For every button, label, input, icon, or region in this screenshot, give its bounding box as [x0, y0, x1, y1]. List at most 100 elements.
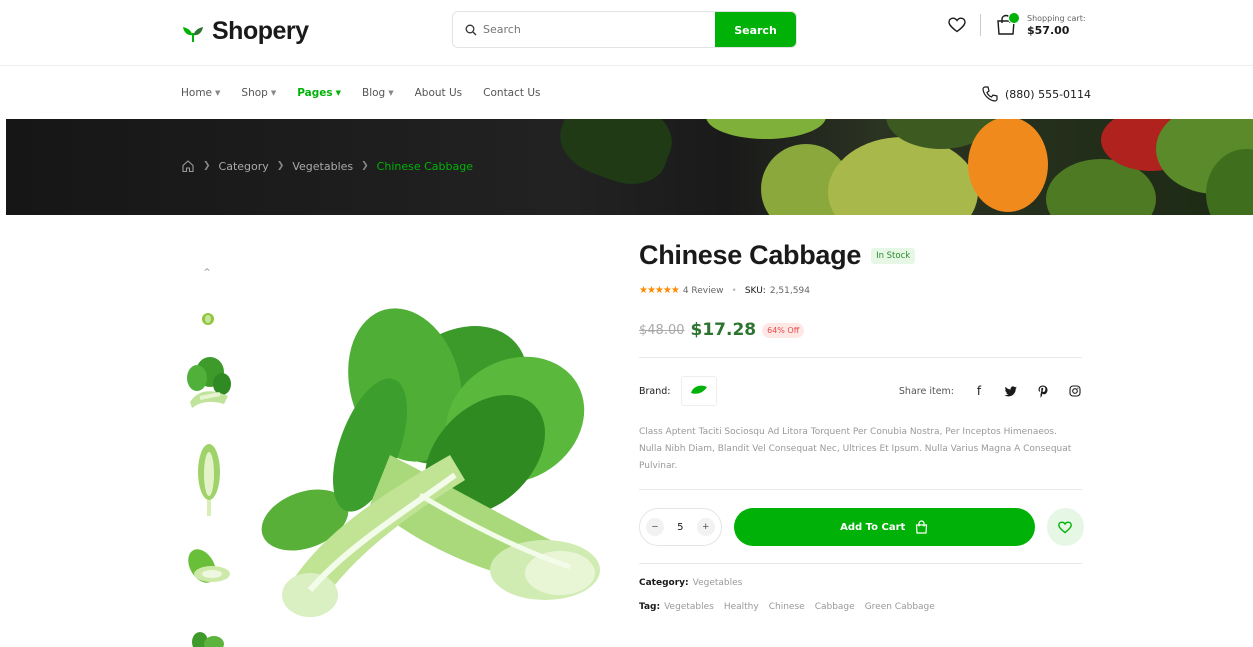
chevron-right-icon: ❯ [276, 161, 285, 171]
current-price: $17.28 [690, 320, 757, 340]
quantity-increase-button[interactable]: + [696, 518, 715, 536]
add-to-cart-label: Add To Cart [840, 521, 906, 533]
twitter-icon[interactable] [1004, 385, 1018, 397]
nav-item-label: Contact Us [483, 87, 541, 99]
search-input[interactable] [483, 23, 683, 36]
heart-icon[interactable] [948, 17, 966, 33]
tag-link[interactable]: Green Cabbage [865, 602, 935, 612]
banner-vegetable [706, 119, 826, 139]
tag-row: Tag: Vegetables Healthy Chinese Cabbage … [639, 602, 1084, 612]
instagram-icon[interactable] [1068, 385, 1082, 397]
quantity-stepper: − 5 + [639, 508, 722, 546]
product-page: Shopery Search Search Shopping cart: $57… [0, 0, 1253, 647]
tag-label: Tag: [639, 602, 661, 612]
discount-badge: 64% Off [762, 322, 805, 338]
review-count[interactable]: 4 Review [683, 286, 724, 296]
product-title: Chinese Cabbage [639, 240, 862, 270]
thumbnail-2[interactable] [180, 354, 238, 412]
thumbnail-1[interactable] [198, 308, 218, 328]
separator-dot: • [731, 285, 737, 296]
search-field [453, 12, 715, 47]
chevron-down-icon: ▼ [388, 89, 394, 97]
cart-summary[interactable]: Shopping cart: $57.00 [995, 12, 1086, 37]
nav-item-label: Shop [241, 87, 268, 99]
stock-badge: In Stock [871, 247, 916, 264]
cart-label: Shopping cart: [1027, 14, 1086, 23]
cart-total: $57.00 [1027, 23, 1070, 37]
phone-number: (880) 555-0114 [1005, 87, 1092, 101]
tag-link[interactable]: Chinese [769, 602, 805, 612]
divider [639, 357, 1082, 358]
chevron-up-icon[interactable]: ⌃ [202, 266, 212, 280]
product-info: Chinese Cabbage In Stock ★★★★★ 4 Review … [639, 240, 1084, 612]
cart-text: Shopping cart: $57.00 [1027, 14, 1086, 37]
phone-contact[interactable]: (880) 555-0114 [981, 85, 1091, 103]
title-row: Chinese Cabbage In Stock [639, 240, 1084, 271]
header-actions: Shopping cart: $57.00 [948, 12, 1086, 37]
chevron-down-icon: ▼ [215, 89, 221, 97]
nav-item-contact-us[interactable]: Contact Us [483, 87, 540, 99]
search-bar: Search [452, 11, 797, 48]
banner-vegetable [828, 137, 978, 215]
add-to-cart-row: − 5 + Add To Cart [639, 508, 1084, 546]
tag-link[interactable]: Cabbage [815, 602, 855, 612]
chevron-down-icon: ▼ [270, 89, 277, 97]
chevron-right-icon: ❯ [361, 161, 369, 171]
chevron-right-icon: ❯ [203, 161, 211, 171]
leaf-logo-icon [183, 26, 203, 42]
brand-logo[interactable] [680, 376, 717, 406]
logo[interactable]: Shopery [180, 17, 309, 46]
thumbnail-gallery: ⌃ [176, 262, 240, 647]
sku-label: SKU: [744, 285, 766, 296]
breadcrumb-item[interactable]: Vegetables [292, 160, 353, 173]
product-description: Class Aptent Taciti Sociosqu Ad Litora T… [639, 427, 1072, 471]
banner-tomato [968, 119, 1048, 212]
nav-item-about-us[interactable]: About Us [415, 87, 463, 99]
nav-item-shop[interactable]: Shop ▼ [241, 87, 276, 99]
thumbnail-3[interactable] [194, 442, 224, 520]
cart-count-badge [1008, 12, 1020, 24]
header: Shopery Search Search Shopping cart: $57… [0, 0, 1253, 66]
main-nav: Home ▼ Shop ▼ Pages ▼ Blog ▼ About Us Contac… [0, 67, 1253, 119]
divider [639, 563, 1082, 564]
divider [639, 489, 1082, 490]
nav-item-label: Home [181, 87, 213, 99]
nav-menu: Home ▼ Shop ▼ Pages ▼ Blog ▼ About Us Contac… [181, 87, 541, 99]
brand-label: Brand: [639, 385, 671, 397]
product-main-image [261, 308, 600, 617]
nav-item-blog[interactable]: Blog ▼ [362, 87, 394, 99]
nav-item-label: Blog [362, 87, 386, 99]
pinterest-icon[interactable] [1036, 385, 1050, 398]
sku-value: 2,51,594 [769, 285, 810, 296]
breadcrumb-item[interactable]: Category [219, 160, 269, 173]
add-to-cart-button[interactable]: Add To Cart [733, 508, 1035, 546]
product-meta: Category: Vegetables Tag: Vegetables Hea… [639, 578, 1084, 612]
brand: Brand: [639, 376, 717, 406]
tag-link[interactable]: Vegetables [664, 602, 714, 612]
search-button[interactable]: Search [715, 12, 796, 47]
thumbnail-4[interactable] [182, 546, 236, 588]
facebook-icon[interactable]: f [972, 384, 986, 398]
nav-item-pages[interactable]: Pages ▼ [297, 87, 341, 99]
banner-leaf-decoration [550, 119, 682, 196]
breadcrumb-banner: ❯ Category ❯ Vegetables ❯ Chinese Cabbag… [6, 119, 1253, 215]
category-row: Category: Vegetables [639, 578, 1084, 588]
logo-text: Shopery [212, 17, 309, 45]
rating-row: ★★★★★ 4 Review • SKU: 2,51,594 [639, 285, 1084, 296]
nav-item-label: Pages [297, 87, 333, 99]
home-icon[interactable] [181, 159, 195, 173]
price-row: $48.00 $17.28 64% Off [639, 320, 1084, 340]
nav-item-home[interactable]: Home ▼ [181, 87, 220, 99]
add-to-wishlist-button[interactable] [1046, 508, 1084, 546]
breadcrumb: ❯ Category ❯ Vegetables ❯ Chinese Cabbag… [181, 159, 473, 173]
chevron-down-icon: ▼ [335, 89, 341, 97]
quantity-value[interactable]: 5 [677, 522, 683, 533]
old-price: $48.00 [639, 322, 685, 338]
category-label: Category: [639, 578, 689, 588]
quantity-decrease-button[interactable]: − [646, 518, 664, 536]
tag-link[interactable]: Healthy [724, 602, 759, 612]
thumbnail-5[interactable] [186, 628, 232, 647]
brand-share-row: Brand: Share item: f [639, 376, 1082, 406]
phone-icon [982, 86, 998, 102]
category-value[interactable]: Vegetables [693, 578, 743, 588]
